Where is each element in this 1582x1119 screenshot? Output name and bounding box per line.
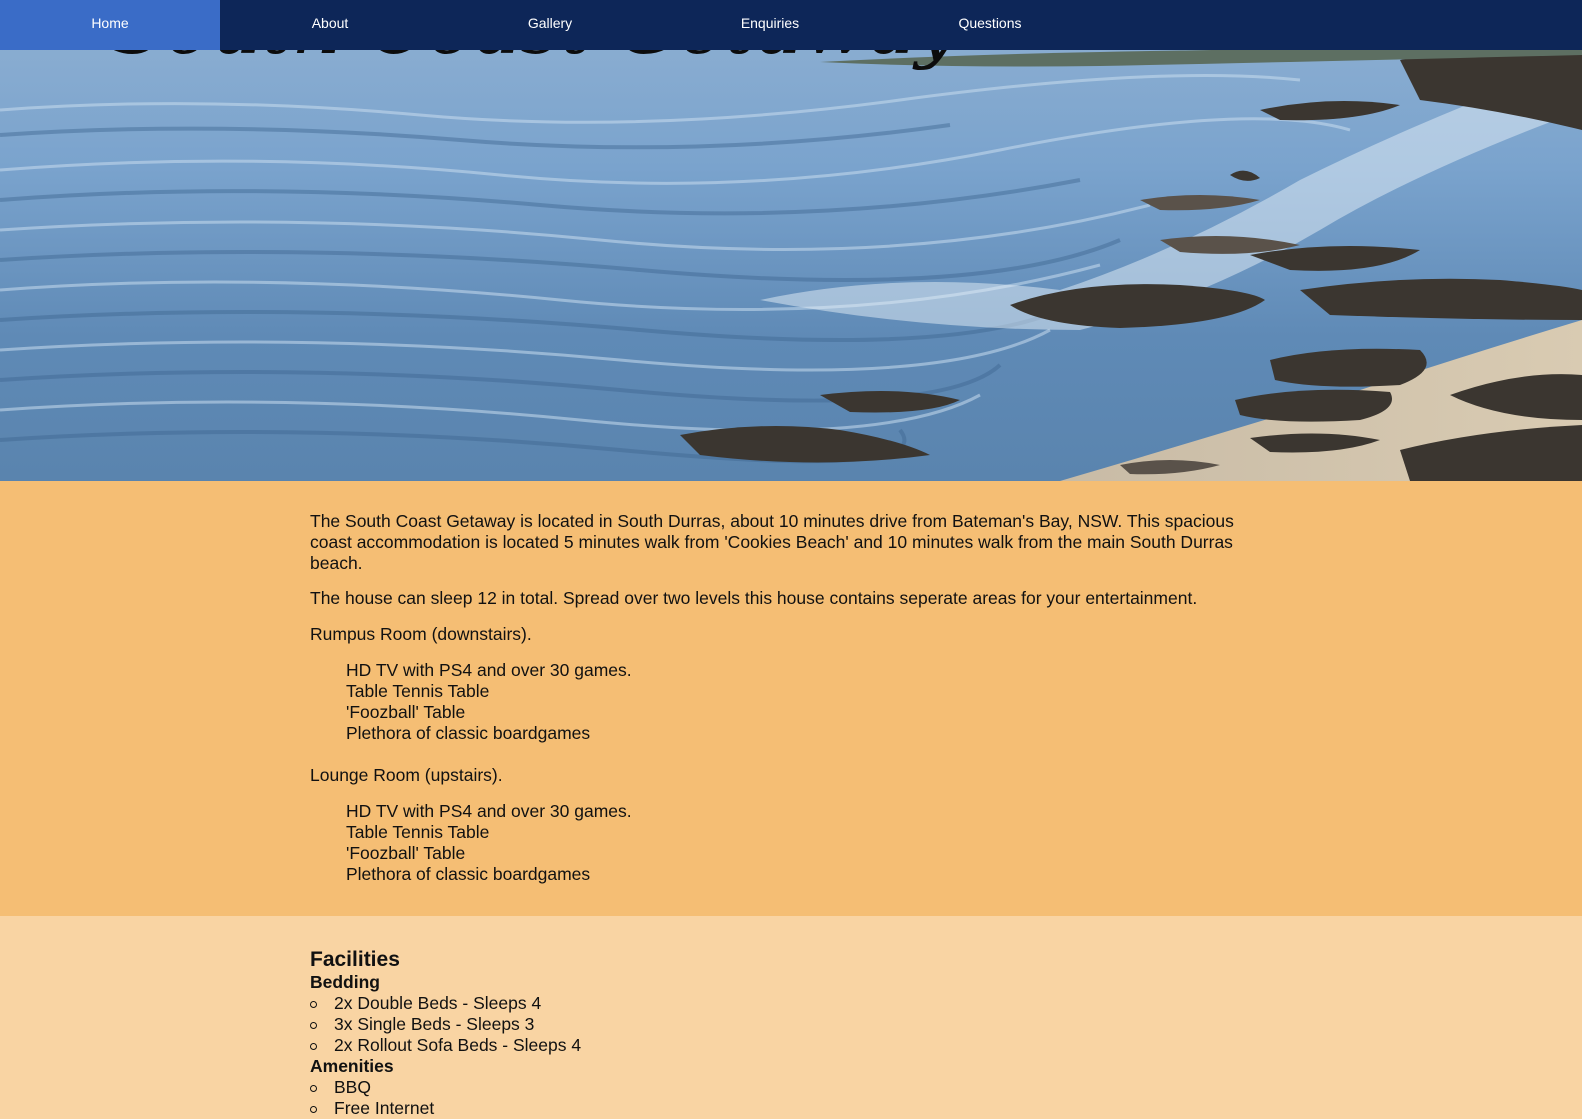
list-item: 'Foozball' Table — [346, 843, 466, 863]
intro-paragraph: The South Coast Getaway is located in So… — [310, 511, 1234, 573]
list-item: Table Tennis Table — [346, 681, 490, 701]
nav-about[interactable]: About — [220, 0, 440, 50]
list-item: HD TV with PS4 and over 30 games. — [346, 801, 632, 821]
hero-banner: South Coast Getaway — [0, 0, 1582, 481]
intro-section: The South Coast Getaway is located in So… — [0, 481, 1582, 916]
circle-bullet-icon — [310, 1022, 317, 1029]
list-item: Plethora of classic boardgames — [346, 723, 591, 743]
nav-gallery[interactable]: Gallery — [440, 0, 660, 50]
rumpus-room-title: Rumpus Room (downstairs). — [310, 624, 532, 644]
facilities-section: Facilities Bedding 2x Double Beds - Slee… — [0, 916, 1582, 1119]
nav-questions[interactable]: Questions — [880, 0, 1100, 50]
intro-content: The South Coast Getaway is located in So… — [310, 511, 1280, 885]
list-item-text: 2x Rollout Sofa Beds - Sleeps 4 — [334, 1035, 582, 1055]
list-item: HD TV with PS4 and over 30 games. — [346, 660, 632, 680]
nav-home[interactable]: Home — [0, 0, 220, 50]
circle-bullet-icon — [310, 1001, 317, 1008]
lounge-room-list: HD TV with PS4 and over 30 games. Table … — [310, 801, 1280, 885]
amenities-heading: Amenities — [310, 1056, 394, 1076]
nav-enquiries[interactable]: Enquiries — [660, 0, 880, 50]
list-item-text: 3x Single Beds - Sleeps 3 — [334, 1014, 535, 1034]
list-item-text: 2x Double Beds - Sleeps 4 — [334, 993, 542, 1013]
list-item: Table Tennis Table — [346, 822, 490, 842]
bedding-list: 2x Double Beds - Sleeps 4 3x Single Beds… — [310, 993, 1280, 1056]
list-item: 2x Double Beds - Sleeps 4 — [310, 993, 1280, 1014]
top-navigation: Home About Gallery Enquiries Questions — [0, 0, 1582, 50]
sleep-paragraph: The house can sleep 12 in total. Spread … — [310, 588, 1198, 608]
rumpus-room-list: HD TV with PS4 and over 30 games. Table … — [310, 660, 1280, 744]
amenities-list: BBQ Free Internet — [310, 1077, 1280, 1119]
list-item: 3x Single Beds - Sleeps 3 — [310, 1014, 1280, 1035]
list-item: Plethora of classic boardgames — [346, 864, 591, 884]
bedding-heading: Bedding — [310, 972, 380, 992]
list-item: Free Internet — [310, 1098, 1280, 1119]
list-item-text: BBQ — [334, 1077, 371, 1097]
list-item: 'Foozball' Table — [346, 702, 466, 722]
circle-bullet-icon — [310, 1043, 317, 1050]
facilities-content: Facilities Bedding 2x Double Beds - Slee… — [310, 948, 1280, 1119]
list-item: 2x Rollout Sofa Beds - Sleeps 4 — [310, 1035, 1280, 1056]
circle-bullet-icon — [310, 1085, 317, 1092]
list-item: BBQ — [310, 1077, 1280, 1098]
coast-photo — [0, 0, 1582, 481]
list-item-text: Free Internet — [334, 1098, 435, 1118]
facilities-heading: Facilities — [310, 948, 400, 971]
lounge-room-title: Lounge Room (upstairs). — [310, 765, 503, 785]
circle-bullet-icon — [310, 1106, 317, 1113]
